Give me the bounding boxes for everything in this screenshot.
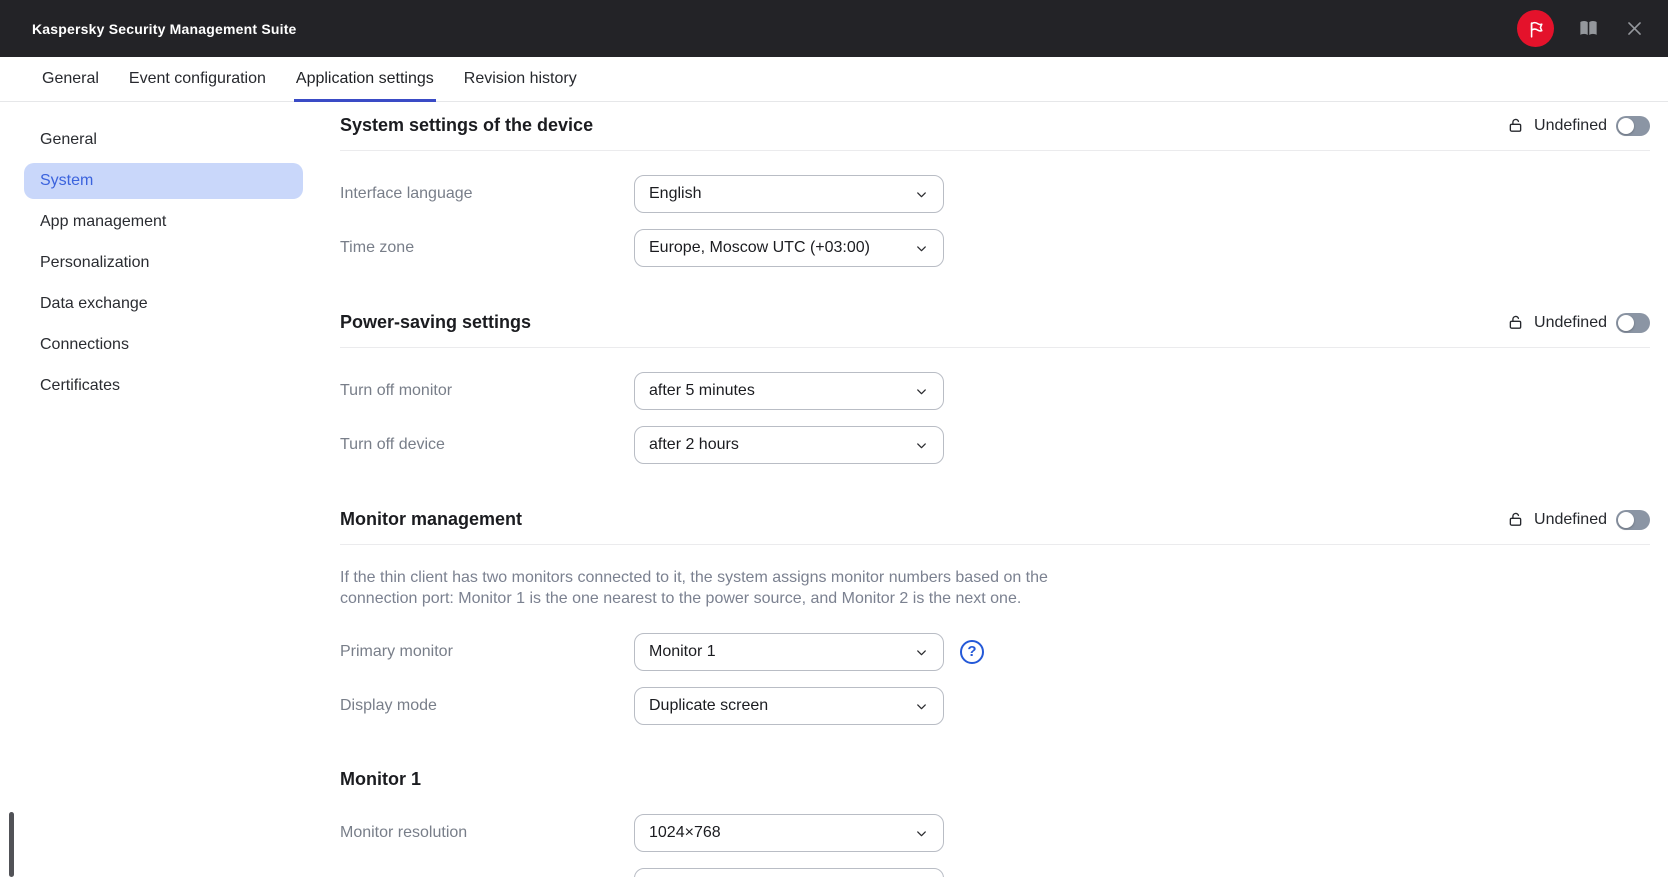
title-bar-actions [1517, 10, 1646, 47]
tab-general[interactable]: General [40, 57, 101, 101]
setting-row: Turn off monitor after 5 minutes [340, 372, 1650, 410]
flag-icon [1525, 18, 1547, 40]
undefined-toggle[interactable] [1616, 509, 1650, 530]
enforcement-control: Undefined [1506, 115, 1650, 136]
section-monitor-1-header: Monitor 1 [340, 769, 1650, 790]
title-bar: Kaspersky Security Management Suite [0, 0, 1668, 57]
dropdown-value: Duplicate screen [649, 697, 769, 714]
dropdown-value: after 5 minutes [649, 382, 755, 399]
description-line: If the thin client has two monitors conn… [340, 569, 1048, 586]
chevron-down-icon [914, 187, 929, 202]
sidebar-item-data-exchange[interactable]: Data exchange [24, 286, 303, 322]
chevron-down-icon [914, 438, 929, 453]
setting-row: Time zone Europe, Moscow UTC (+03:00) [340, 229, 1650, 267]
chevron-down-icon [914, 384, 929, 399]
section-title: System settings of the device [340, 115, 594, 135]
setting-row: Monitor resolution 1024×768 [340, 814, 1650, 852]
settings-main-panel: System settings of the device Undefined … [303, 102, 1668, 877]
time-zone-dropdown[interactable]: Europe, Moscow UTC (+03:00) [634, 229, 944, 267]
turn-off-monitor-dropdown[interactable]: after 5 minutes [634, 372, 944, 410]
description-line: connection port: Monitor 1 is the one ne… [340, 590, 1022, 607]
section-system-settings-header: System settings of the device Undefined [340, 115, 1650, 151]
setting-row: Orientation Landscape [340, 868, 1650, 877]
toggle-knob [1618, 117, 1634, 134]
setting-row: Display mode Duplicate screen [340, 687, 1650, 725]
sidebar-item-certificates[interactable]: Certificates [24, 368, 303, 404]
lock-open-icon [1506, 116, 1525, 135]
setting-label: Turn off monitor [340, 382, 453, 399]
setting-row: Primary monitor Monitor 1 ? [340, 633, 1650, 671]
setting-row: Interface language English [340, 175, 1650, 213]
toggle-knob [1618, 511, 1634, 528]
sidebar-item-system[interactable]: System [24, 163, 303, 199]
vertical-scrollbar-thumb[interactable] [9, 812, 14, 877]
setting-label: Turn off device [340, 436, 445, 453]
lock-open-icon [1506, 510, 1525, 529]
monitor-resolution-dropdown[interactable]: 1024×768 [634, 814, 944, 852]
tab-application-settings[interactable]: Application settings [293, 57, 436, 102]
sidebar-item-general[interactable]: General [24, 122, 303, 158]
toggle-knob [1618, 314, 1634, 331]
chevron-down-icon [914, 699, 929, 714]
chevron-down-icon [914, 241, 929, 256]
close-icon[interactable] [1622, 17, 1646, 41]
dropdown-value: English [649, 185, 702, 202]
section-monitor-management-header: Monitor management Undefined [340, 509, 1650, 545]
lock-state-label: Undefined [1534, 313, 1607, 331]
chevron-down-icon [914, 645, 929, 660]
sidebar-item-connections[interactable]: Connections [24, 327, 303, 363]
settings-sidebar: General System App management Personaliz… [0, 102, 303, 877]
tab-revision-history[interactable]: Revision history [462, 57, 579, 101]
undefined-toggle[interactable] [1616, 115, 1650, 136]
help-question-icon[interactable]: ? [960, 640, 984, 664]
dropdown-value: Monitor 1 [649, 643, 716, 660]
tab-bar: General Event configuration Application … [0, 57, 1668, 102]
display-mode-dropdown[interactable]: Duplicate screen [634, 687, 944, 725]
dropdown-value: 1024×768 [649, 824, 721, 841]
section-title: Monitor 1 [340, 769, 421, 789]
setting-label: Interface language [340, 185, 473, 202]
setting-row: Turn off device after 2 hours [340, 426, 1650, 464]
help-book-icon[interactable] [1576, 17, 1600, 41]
lock-state-label: Undefined [1534, 116, 1607, 134]
chevron-down-icon [914, 826, 929, 841]
interface-language-dropdown[interactable]: English [634, 175, 944, 213]
orientation-dropdown[interactable]: Landscape [634, 868, 944, 877]
monitor-management-description: If the thin client has two monitors conn… [340, 567, 1650, 609]
section-power-saving-header: Power-saving settings Undefined [340, 312, 1650, 348]
page-body: General System App management Personaliz… [0, 102, 1668, 877]
setting-label: Monitor resolution [340, 824, 468, 841]
section-title: Power-saving settings [340, 312, 532, 332]
sidebar-item-personalization[interactable]: Personalization [24, 245, 303, 281]
dropdown-value: Europe, Moscow UTC (+03:00) [649, 239, 870, 256]
section-title: Monitor management [340, 509, 523, 529]
sidebar-item-app-management[interactable]: App management [24, 204, 303, 240]
turn-off-device-dropdown[interactable]: after 2 hours [634, 426, 944, 464]
enforcement-control: Undefined [1506, 509, 1650, 530]
setting-label: Display mode [340, 697, 437, 714]
enforcement-control: Undefined [1506, 312, 1650, 333]
primary-monitor-dropdown[interactable]: Monitor 1 [634, 633, 944, 671]
undefined-toggle[interactable] [1616, 312, 1650, 333]
dropdown-value: after 2 hours [649, 436, 739, 453]
app-title: Kaspersky Security Management Suite [32, 20, 297, 37]
setting-label: Primary monitor [340, 643, 453, 660]
lock-open-icon [1506, 313, 1525, 332]
lock-state-label: Undefined [1534, 510, 1607, 528]
tab-event-configuration[interactable]: Event configuration [127, 57, 268, 101]
setting-label: Time zone [340, 239, 415, 256]
kaspersky-flag-logo [1517, 10, 1554, 47]
